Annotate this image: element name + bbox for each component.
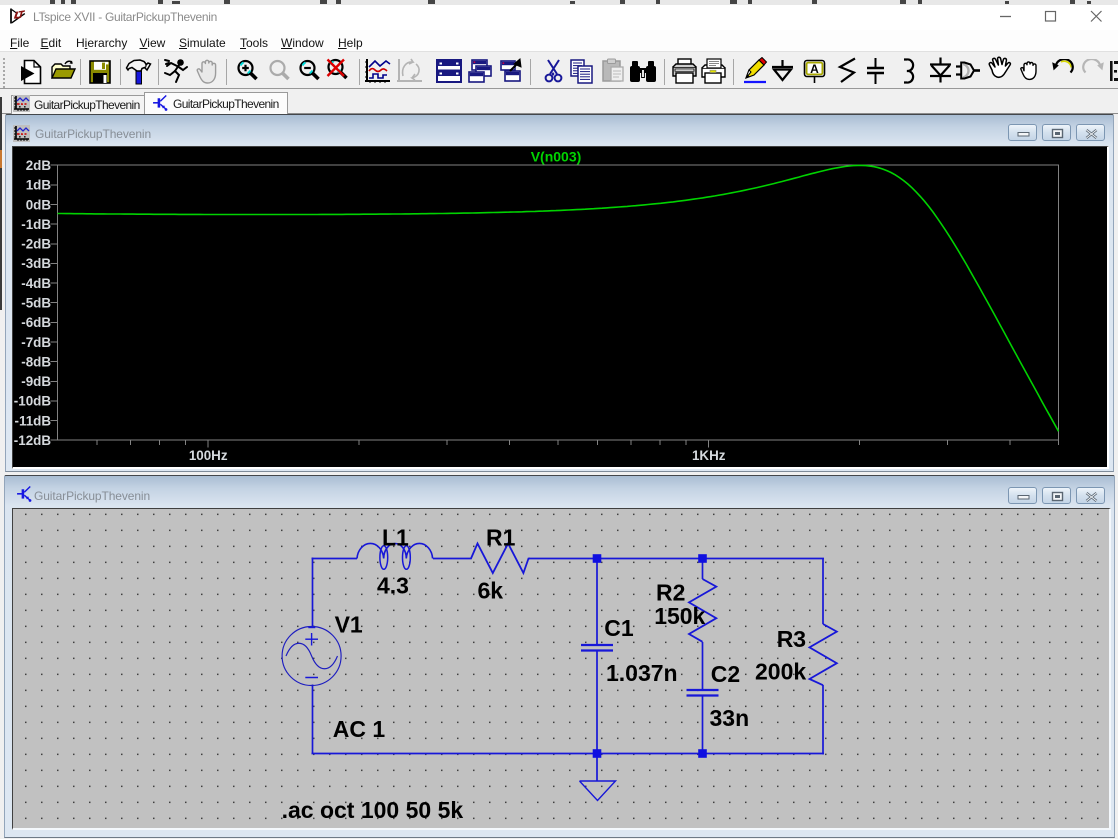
svg-text:6k: 6k: [478, 578, 504, 604]
svg-text:2dB: 2dB: [26, 158, 52, 173]
svg-text:150k: 150k: [654, 603, 705, 629]
svg-text:-1dB: -1dB: [21, 217, 51, 232]
svg-text:-4dB: -4dB: [21, 276, 51, 291]
svg-text:-2dB: -2dB: [21, 237, 51, 252]
svg-text:1.037n: 1.037n: [606, 660, 678, 686]
svg-text:-11dB: -11dB: [15, 413, 52, 428]
svg-text:A: A: [810, 62, 819, 76]
svg-text:V(n003): V(n003): [531, 149, 582, 165]
svg-text:-6dB: -6dB: [21, 315, 51, 330]
svg-text:1KHz: 1KHz: [692, 448, 726, 463]
svg-text:-7dB: -7dB: [21, 335, 51, 350]
svg-text:-8dB: -8dB: [21, 354, 51, 369]
svg-text:R3: R3: [777, 626, 806, 652]
svg-text:-3dB: -3dB: [21, 256, 51, 271]
svg-text:L1: L1: [382, 525, 409, 551]
svg-text:33n: 33n: [710, 705, 750, 731]
svg-text:C1: C1: [604, 615, 634, 641]
svg-text:-10dB: -10dB: [14, 394, 52, 409]
svg-text:-9dB: -9dB: [21, 374, 51, 389]
svg-text:0dB: 0dB: [26, 197, 52, 212]
svg-text:-12dB: -12dB: [14, 433, 52, 448]
svg-text:R2: R2: [656, 580, 685, 606]
svg-text:100Hz: 100Hz: [189, 448, 228, 463]
svg-text:1dB: 1dB: [26, 178, 52, 193]
svg-text:200k: 200k: [755, 659, 806, 685]
svg-text:AC 1: AC 1: [333, 716, 386, 742]
svg-text:.ac oct 100 50 5k: .ac oct 100 50 5k: [282, 797, 464, 823]
svg-text:R1: R1: [486, 525, 516, 551]
svg-text:V1: V1: [335, 612, 363, 638]
svg-text:-5dB: -5dB: [21, 296, 51, 311]
svg-text:C2: C2: [711, 661, 740, 687]
svg-text:4.3: 4.3: [377, 573, 409, 599]
